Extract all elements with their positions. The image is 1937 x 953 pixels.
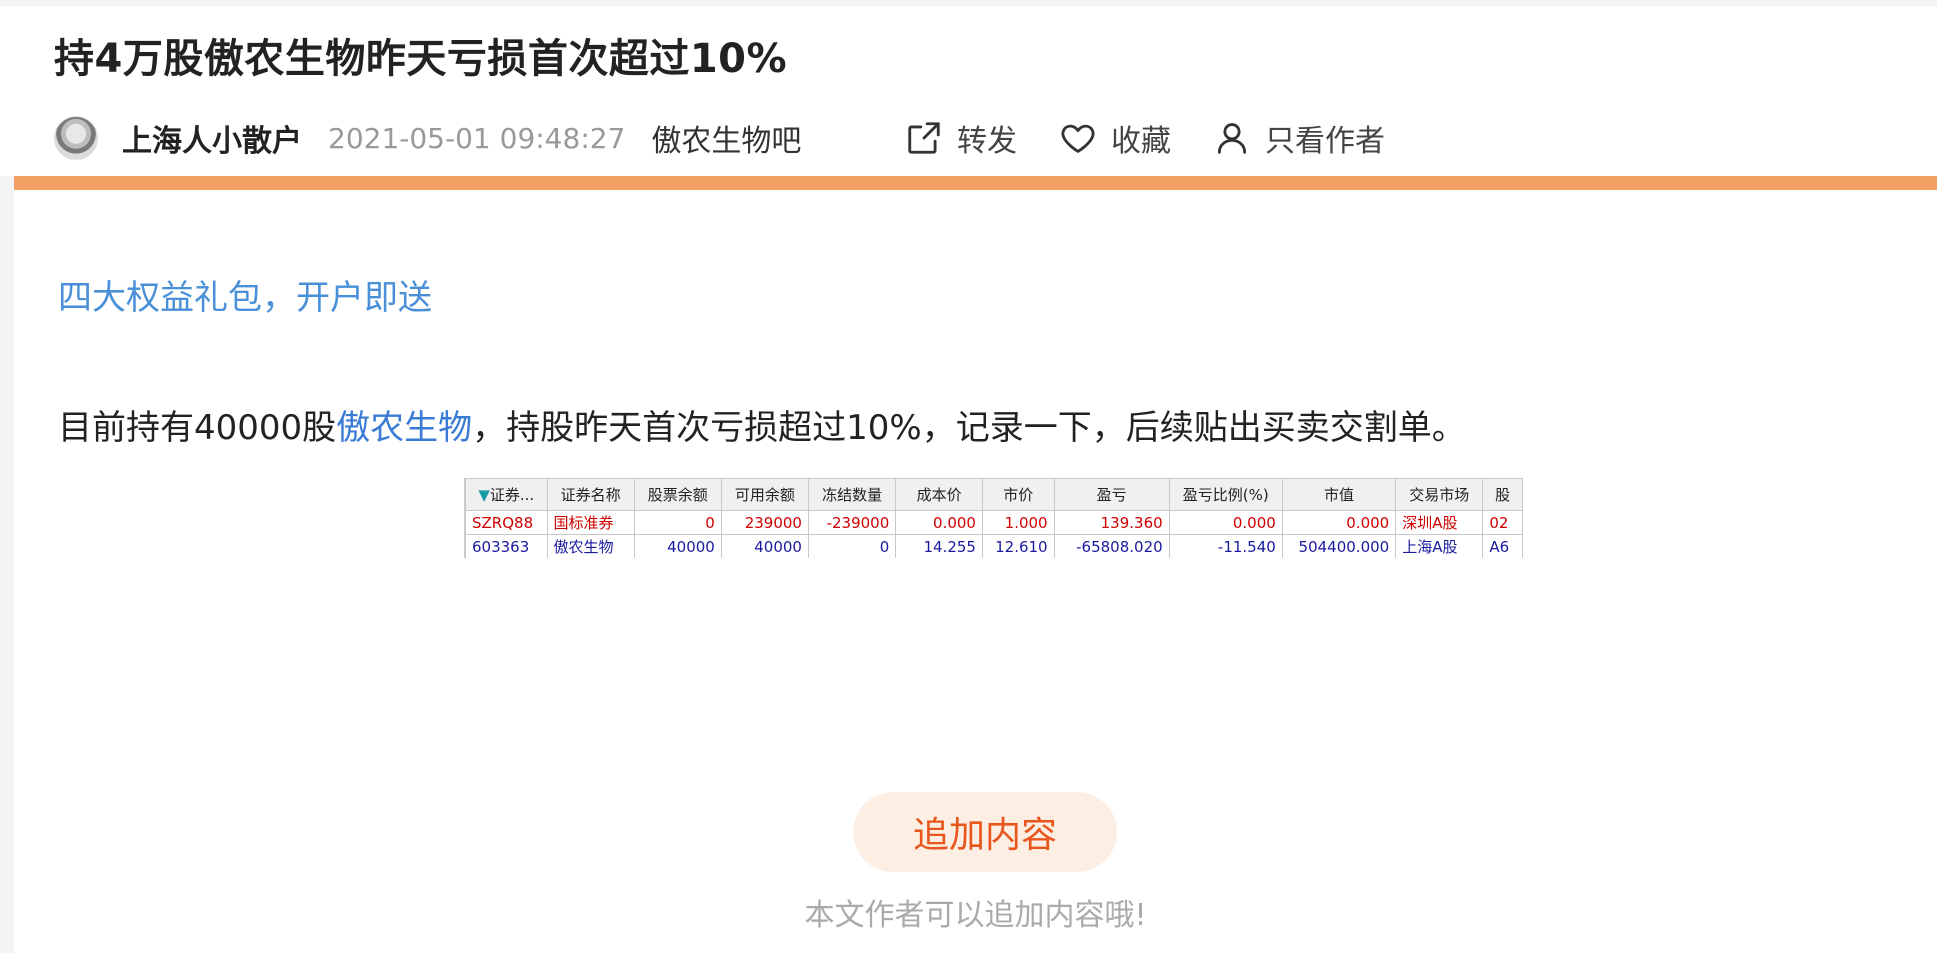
table-cell: 02 <box>1482 510 1523 535</box>
table-header-row: ▼证券... 证券名称 股票余额 可用余额 冻结数量 成本价 市价 盈亏 盈亏比… <box>465 478 1523 511</box>
append-hint: 本文作者可以追加内容哦! <box>804 898 1147 933</box>
table-cell: -65808.020 <box>1053 534 1170 558</box>
post-header: 持4万股傲农生物昨天亏损首次超过10% 上海人小散户 2021-05-01 09… <box>0 0 1937 176</box>
col-header[interactable]: 证券名称 <box>546 478 635 511</box>
table-cell: SZRQ88 <box>465 510 548 535</box>
table-row: SZRQ88 国标准券 0 239000 -239000 0.000 1.000… <box>465 510 1523 535</box>
heart-icon <box>1061 124 1095 153</box>
col-header[interactable]: 盈亏比例(%) <box>1168 478 1283 511</box>
table-cell: 139.360 <box>1053 510 1170 535</box>
holdings-table: ▼证券... 证券名称 股票余额 可用余额 冻结数量 成本价 市价 盈亏 盈亏比… <box>465 478 1523 558</box>
bar-link[interactable]: 傲农生物吧 <box>651 116 801 160</box>
col-header[interactable]: 股 <box>1482 478 1523 511</box>
table-cell: -11.540 <box>1168 534 1283 558</box>
post-meta: 上海人小散户 2021-05-01 09:48:27 傲农生物吧 <box>54 114 801 162</box>
table-cell: 0.000 <box>895 510 983 535</box>
col-header[interactable]: 股票余额 <box>633 478 722 511</box>
post-time: 2021-05-01 09:48:27 <box>328 121 626 155</box>
user-icon <box>1217 123 1247 154</box>
table-row: 603363 傲农生物 40000 40000 0 14.255 12.610 … <box>465 534 1523 558</box>
table-cell: 深圳A股 <box>1395 510 1484 535</box>
col-header[interactable]: 可用余额 <box>720 478 809 511</box>
col-header[interactable]: 冻结数量 <box>807 478 897 511</box>
promo-link[interactable]: 四大权益礼包，开户即送 <box>58 270 432 319</box>
body-text-after: ，持股昨天首次亏损超过10%，记录一下，后续贴出买卖交割单。 <box>472 408 1466 448</box>
body-text-before: 目前持有40000股 <box>58 408 337 448</box>
table-cell: 0.000 <box>1281 510 1397 535</box>
favorite-button[interactable]: 收藏 <box>1059 116 1171 160</box>
table-cell: 603363 <box>465 534 548 558</box>
table-cell: 14.255 <box>895 534 983 558</box>
table-cell: 0 <box>633 510 722 535</box>
table-cell: 239000 <box>720 510 809 535</box>
post-actions: 转发 收藏 只看作者 <box>905 114 1427 162</box>
holdings-screenshot: ▼证券... 证券名称 股票余额 可用余额 冻结数量 成本价 市价 盈亏 盈亏比… <box>464 478 1523 558</box>
col-header[interactable]: 交易市场 <box>1395 478 1484 511</box>
table-cell: 上海A股 <box>1395 534 1484 558</box>
table-cell: A6 <box>1482 534 1523 558</box>
table-cell: 傲农生物 <box>546 534 635 558</box>
author-only-label: 只看作者 <box>1265 124 1385 159</box>
col-header[interactable]: 盈亏 <box>1053 478 1170 511</box>
post-title: 持4万股傲农生物昨天亏损首次超过10% <box>54 36 788 82</box>
share-icon <box>908 122 940 154</box>
favorite-label: 收藏 <box>1111 124 1171 159</box>
ad-banner-strip[interactable] <box>14 176 1937 190</box>
table-cell: 0.000 <box>1168 510 1283 535</box>
col-header[interactable]: 市价 <box>981 478 1055 511</box>
forward-button[interactable]: 转发 <box>905 116 1017 160</box>
author-only-button[interactable]: 只看作者 <box>1213 116 1385 160</box>
table-cell: 国标准券 <box>546 510 635 535</box>
table-cell: 504400.000 <box>1281 534 1397 558</box>
post-body-text: 目前持有40000股傲农生物，持股昨天首次亏损超过10%，记录一下，后续贴出买卖… <box>58 400 1466 449</box>
col-header[interactable]: 成本价 <box>895 478 983 511</box>
author-name[interactable]: 上海人小散户 <box>122 116 302 160</box>
col-header[interactable]: 市值 <box>1281 478 1397 511</box>
table-cell: 1.000 <box>981 510 1055 535</box>
col-header[interactable]: ▼证券... <box>465 478 548 511</box>
stock-link[interactable]: 傲农生物 <box>336 408 472 448</box>
table-cell: 12.610 <box>981 534 1055 558</box>
avatar[interactable] <box>54 116 98 160</box>
post-content: 四大权益礼包，开户即送 目前持有40000股傲农生物，持股昨天首次亏损超过10%… <box>14 190 1937 953</box>
forward-label: 转发 <box>957 124 1017 159</box>
table-cell: 40000 <box>720 534 809 558</box>
append-content-button[interactable]: 追加内容 <box>853 792 1117 872</box>
table-cell: -239000 <box>807 510 897 535</box>
table-cell: 0 <box>807 534 897 558</box>
table-cell: 40000 <box>633 534 722 558</box>
